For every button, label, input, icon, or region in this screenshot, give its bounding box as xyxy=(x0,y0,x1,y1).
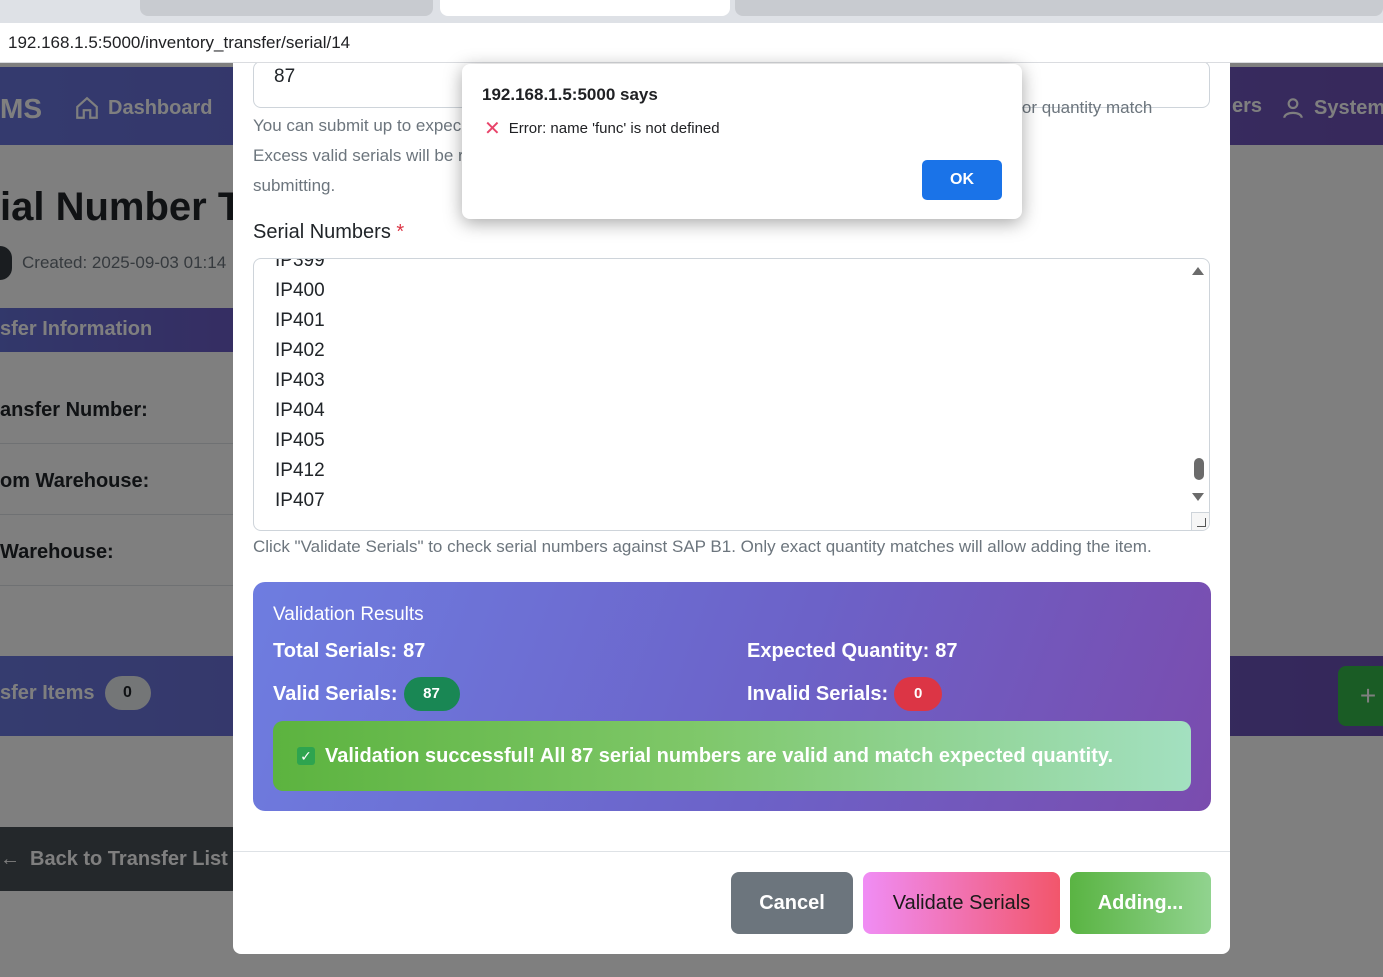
serial-line: IP405 xyxy=(275,430,325,451)
alert-title: 192.168.1.5:5000 says xyxy=(482,85,658,104)
serial-line: IP407 xyxy=(275,490,325,511)
serial-line: IP400 xyxy=(275,280,325,301)
browser-tab[interactable] xyxy=(735,0,1383,16)
cross-mark-icon: ✕ xyxy=(484,117,501,140)
help-line-1-tail: d for quantity match xyxy=(1003,98,1153,117)
alert-message: ✕ Error: name 'func' is not defined xyxy=(484,117,720,140)
resize-handle-icon[interactable] xyxy=(1191,512,1209,530)
serial-line: IP402 xyxy=(275,340,325,361)
total-serials-label: Total Serials: xyxy=(273,640,398,662)
validation-results-panel: Validation Results Total Serials: 87 Exp… xyxy=(253,582,1211,811)
scroll-down-arrow-icon[interactable] xyxy=(1192,493,1204,501)
scrollbar-thumb[interactable] xyxy=(1194,458,1204,480)
serial-line: IP403 xyxy=(275,370,325,391)
validate-serials-button[interactable]: Validate Serials xyxy=(863,872,1060,934)
required-mark: * xyxy=(396,221,405,243)
serial-line: IP404 xyxy=(275,400,325,421)
modal-footer-divider xyxy=(233,851,1230,852)
success-alert: ✓ Validation successful! All 87 serial n… xyxy=(273,721,1191,791)
browser-alert-dialog: 192.168.1.5:5000 says ✕ Error: name 'fun… xyxy=(462,64,1022,219)
total-serials: Total Serials: 87 xyxy=(273,640,425,663)
results-heading: Validation Results xyxy=(273,604,424,625)
total-serials-value: 87 xyxy=(403,640,426,662)
scroll-up-arrow-icon[interactable] xyxy=(1192,267,1204,275)
serial-line: IP401 xyxy=(275,310,325,331)
invalid-serials-label: Invalid Serials: xyxy=(747,682,889,705)
expected-quantity-label: Expected Quantity: xyxy=(747,640,930,662)
cancel-button[interactable]: Cancel xyxy=(731,872,853,934)
browser-tab-active[interactable] xyxy=(440,0,730,16)
serial-line: IP412 xyxy=(275,460,325,481)
check-mark-icon: ✓ xyxy=(297,747,315,765)
address-bar[interactable]: 192.168.1.5:5000/inventory_transfer/seri… xyxy=(0,23,1383,63)
expected-quantity-value: 87 xyxy=(935,640,958,662)
browser-tab[interactable] xyxy=(140,0,433,16)
valid-serials-label: Valid Serials: xyxy=(273,682,398,705)
add-item-submit-button[interactable]: Adding... xyxy=(1070,872,1211,934)
url-text[interactable]: 192.168.1.5:5000/inventory_transfer/seri… xyxy=(8,33,350,53)
valid-count-badge: 87 xyxy=(403,677,460,711)
serial-line: IP399 xyxy=(275,258,325,271)
serials-label-text: Serial Numbers xyxy=(253,221,391,243)
browser-tab-strip xyxy=(0,0,1383,23)
success-message: Validation successful! All 87 serial num… xyxy=(325,744,1114,767)
serials-label: Serial Numbers * xyxy=(253,221,404,244)
expected-quantity: Expected Quantity: 87 xyxy=(747,640,958,663)
invalid-serials: Invalid Serials: 0 xyxy=(747,677,943,711)
serial-list: IP399 IP400 IP401 IP402 IP403 IP404 IP40… xyxy=(275,258,325,516)
invalid-count-badge: 0 xyxy=(894,677,943,711)
alert-message-text: Error: name 'func' is not defined xyxy=(508,120,720,137)
valid-serials: Valid Serials: 87 xyxy=(273,677,460,711)
serial-numbers-textarea[interactable]: IP399 IP400 IP401 IP402 IP403 IP404 IP40… xyxy=(253,258,1210,531)
alert-ok-button[interactable]: OK xyxy=(922,160,1002,200)
serials-help-text: Click "Validate Serials" to check serial… xyxy=(253,537,1152,556)
